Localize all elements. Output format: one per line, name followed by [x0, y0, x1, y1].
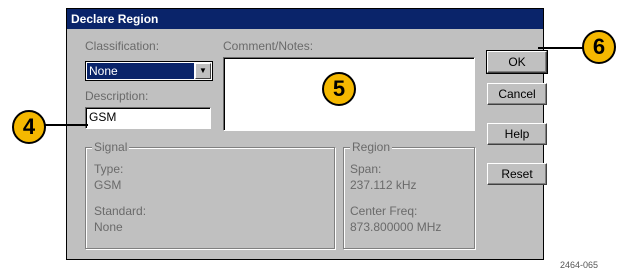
- comment-label: Comment/Notes:: [223, 39, 314, 53]
- declare-region-dialog: Declare Region Classification: None ▼ De…: [66, 8, 548, 260]
- classification-label: Classification:: [85, 39, 160, 53]
- cancel-button[interactable]: Cancel: [487, 83, 547, 105]
- reset-button[interactable]: Reset: [487, 163, 547, 185]
- signal-legend: Signal: [92, 140, 130, 154]
- region-span-label: Span:: [350, 162, 382, 176]
- dialog-title: Declare Region: [67, 9, 543, 29]
- signal-standard-value: None: [94, 220, 123, 234]
- classification-select[interactable]: None ▼: [85, 61, 213, 81]
- callout-6-leader: [538, 47, 588, 49]
- callout-4-leader: [40, 124, 88, 126]
- region-center-value: 873.800000 MHz: [350, 220, 442, 234]
- classification-selected-value: None: [87, 63, 194, 79]
- chevron-down-icon[interactable]: ▼: [195, 63, 211, 79]
- region-legend: Region: [350, 140, 393, 154]
- signal-type-label: Type:: [94, 162, 124, 176]
- signal-type-value: GSM: [94, 178, 122, 192]
- description-input[interactable]: GSM: [85, 107, 211, 129]
- region-span-value: 237.112 kHz: [350, 178, 417, 192]
- figure-id: 2464-065: [559, 260, 598, 270]
- region-center-label: Center Freq:: [350, 204, 418, 218]
- callout-4: 4: [12, 110, 46, 144]
- description-value: GSM: [89, 110, 117, 124]
- callout-6: 6: [582, 30, 616, 64]
- help-button[interactable]: Help: [487, 123, 547, 145]
- description-label: Description:: [85, 89, 149, 103]
- ok-button[interactable]: OK: [486, 50, 548, 74]
- signal-standard-label: Standard:: [94, 204, 147, 218]
- region-group: Region Span: 237.112 kHz Center Freq: 87…: [343, 140, 475, 249]
- signal-group: Signal Type: GSM Standard: None: [85, 140, 335, 249]
- callout-5: 5: [322, 72, 356, 106]
